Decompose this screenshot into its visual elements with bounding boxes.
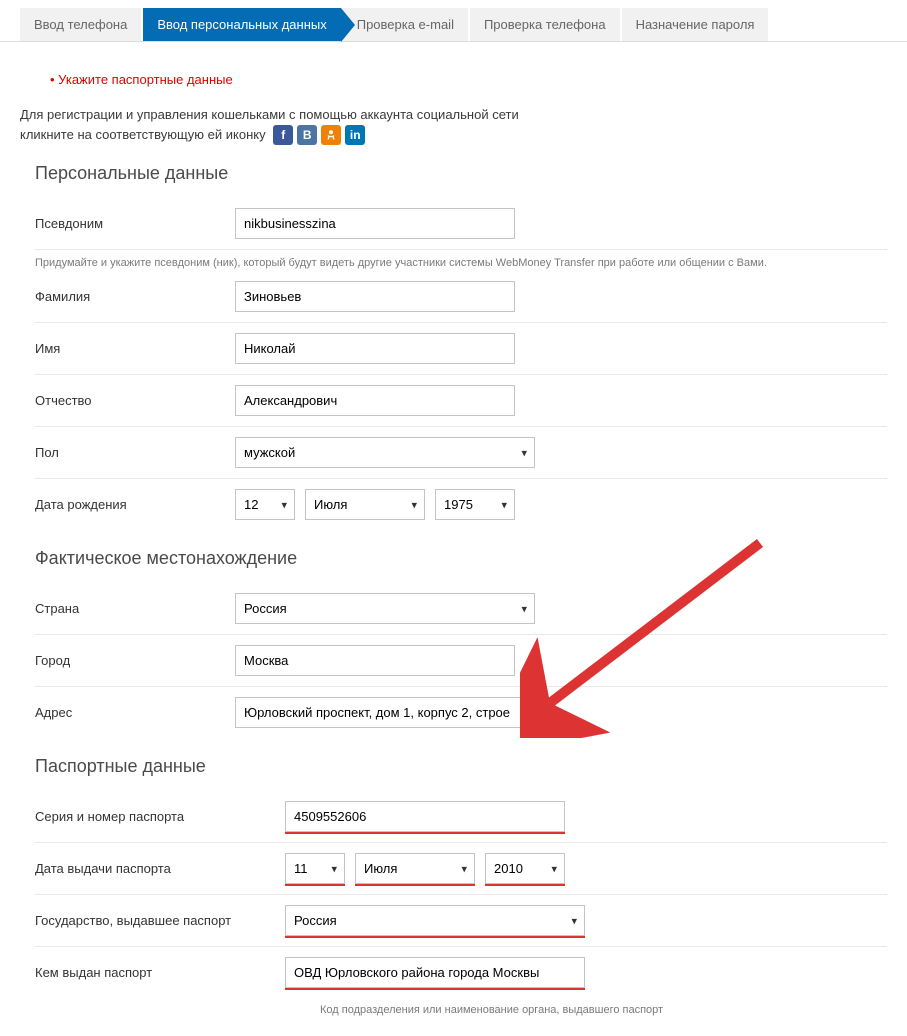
label-passport-number: Серия и номер паспорта <box>35 809 285 824</box>
tab-phone[interactable]: Ввод телефона <box>20 8 141 41</box>
wizard-tabs: Ввод телефона Ввод персональных данных П… <box>0 8 907 42</box>
tab-personal[interactable]: Ввод персональных данных <box>143 8 340 41</box>
ok-icon[interactable] <box>321 125 341 145</box>
passport-month-select[interactable] <box>355 853 475 884</box>
birth-day-select[interactable] <box>235 489 295 520</box>
label-nickname: Псевдоним <box>35 216 235 231</box>
birth-month-select[interactable] <box>305 489 425 520</box>
label-lastname: Фамилия <box>35 289 235 304</box>
label-address: Адрес <box>35 705 235 720</box>
tab-email[interactable]: Проверка e-mail <box>343 8 468 41</box>
patronymic-input[interactable] <box>235 385 515 416</box>
section-personal: Персональные данные <box>35 163 887 184</box>
label-country: Страна <box>35 601 235 616</box>
label-firstname: Имя <box>35 341 235 356</box>
label-patronymic: Отчество <box>35 393 235 408</box>
nickname-input[interactable] <box>235 208 515 239</box>
firstname-input[interactable] <box>235 333 515 364</box>
passport-day-select[interactable] <box>285 853 345 884</box>
error-message: Укажите паспортные данные <box>50 72 887 87</box>
label-city: Город <box>35 653 235 668</box>
label-passport-issuer: Кем выдан паспорт <box>35 965 285 980</box>
nickname-note: Придумайте и укажите псевдоним (ник), ко… <box>35 256 887 271</box>
label-birthdate: Дата рождения <box>35 497 235 512</box>
tab-phone-check[interactable]: Проверка телефона <box>470 8 620 41</box>
address-input[interactable] <box>235 697 545 728</box>
label-passport-date: Дата выдачи паспорта <box>35 861 285 876</box>
city-input[interactable] <box>235 645 515 676</box>
facebook-icon[interactable]: f <box>273 125 293 145</box>
intro-text: Для регистрации и управления кошельками … <box>20 105 887 145</box>
label-gender: Пол <box>35 445 235 460</box>
section-passport: Паспортные данные <box>35 756 887 777</box>
passport-number-input[interactable] <box>285 801 565 832</box>
tab-password[interactable]: Назначение пароля <box>622 8 769 41</box>
intro-line1: Для регистрации и управления кошельками … <box>20 107 519 122</box>
lastname-input[interactable] <box>235 281 515 312</box>
intro-line2: кликните на соответствующую ей иконку <box>20 127 266 142</box>
vk-icon[interactable]: B <box>297 125 317 145</box>
linkedin-icon[interactable]: in <box>345 125 365 145</box>
section-location: Фактическое местонахождение <box>35 548 887 569</box>
label-passport-country: Государство, выдавшее паспорт <box>35 913 285 928</box>
passport-issuer-note: Код подразделения или наименование орган… <box>320 1004 887 1016</box>
passport-year-select[interactable] <box>485 853 565 884</box>
passport-country-select[interactable] <box>285 905 585 936</box>
gender-select[interactable] <box>235 437 535 468</box>
passport-issuer-input[interactable] <box>285 957 585 988</box>
birth-year-select[interactable] <box>435 489 515 520</box>
country-select[interactable] <box>235 593 535 624</box>
